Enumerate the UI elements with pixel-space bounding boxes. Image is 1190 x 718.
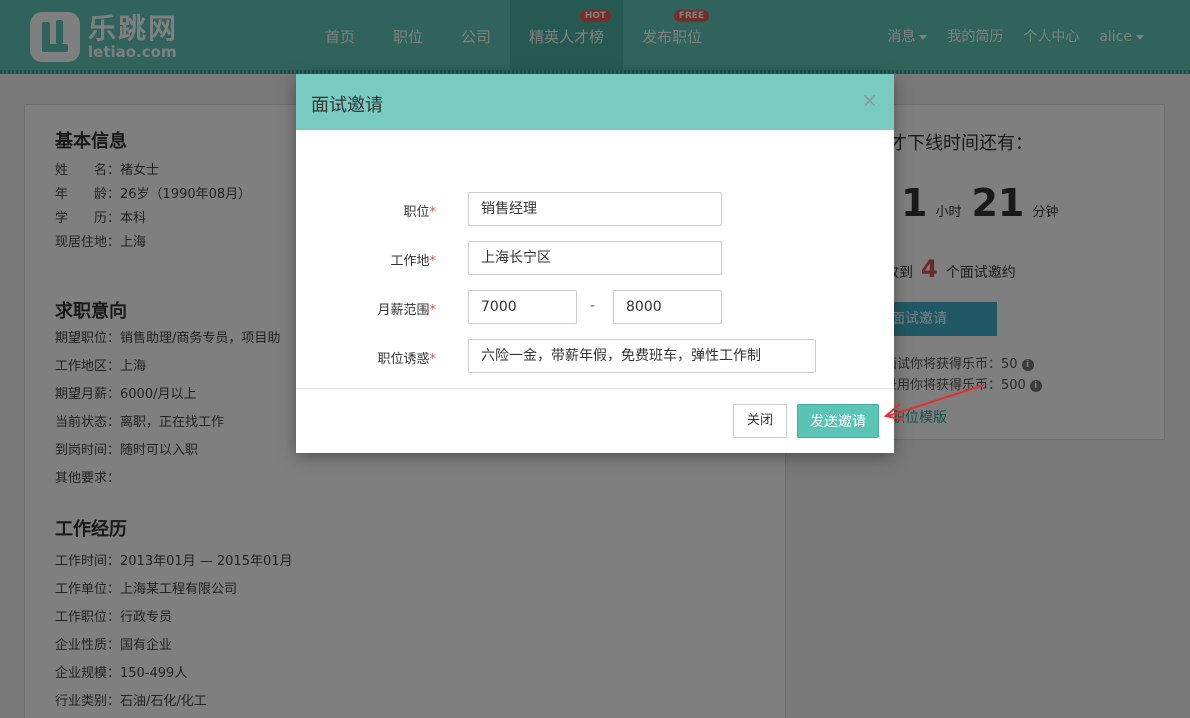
perks-input[interactable]: 六险一金，带薪年假，免费班车，弹性工作制	[468, 339, 816, 373]
modal-title: 面试邀请	[311, 95, 383, 116]
modal-header: 面试邀请 ×	[296, 74, 894, 130]
close-icon[interactable]: ×	[861, 88, 878, 112]
interview-invite-modal: 面试邀请 × 职位* 销售经理 工作地* 上海长宁区 月薪范围* 7000 - …	[296, 74, 894, 453]
position-label: 职位*	[296, 201, 436, 220]
position-input[interactable]: 销售经理	[468, 192, 722, 226]
perks-label: 职位诱惑*	[296, 348, 436, 367]
salary-label: 月薪范围*	[296, 299, 436, 318]
modal-divider	[296, 388, 894, 389]
position-label-text: 职位	[403, 205, 430, 220]
salary-max-input[interactable]: 8000	[613, 290, 722, 324]
salary-label-text: 月薪范围	[377, 303, 430, 318]
required-mark: *	[429, 205, 437, 220]
required-mark: *	[429, 352, 437, 367]
location-input[interactable]: 上海长宁区	[468, 241, 722, 275]
send-invite-button[interactable]: 发送邀请	[797, 404, 879, 438]
salary-separator: -	[590, 298, 596, 314]
required-mark: *	[429, 303, 437, 318]
location-label-text: 工作地	[390, 254, 430, 269]
close-button[interactable]: 关闭	[733, 404, 787, 438]
location-label: 工作地*	[296, 250, 436, 269]
required-mark: *	[429, 254, 437, 269]
salary-min-input[interactable]: 7000	[468, 290, 577, 324]
perks-label-text: 职位诱惑	[377, 352, 430, 367]
